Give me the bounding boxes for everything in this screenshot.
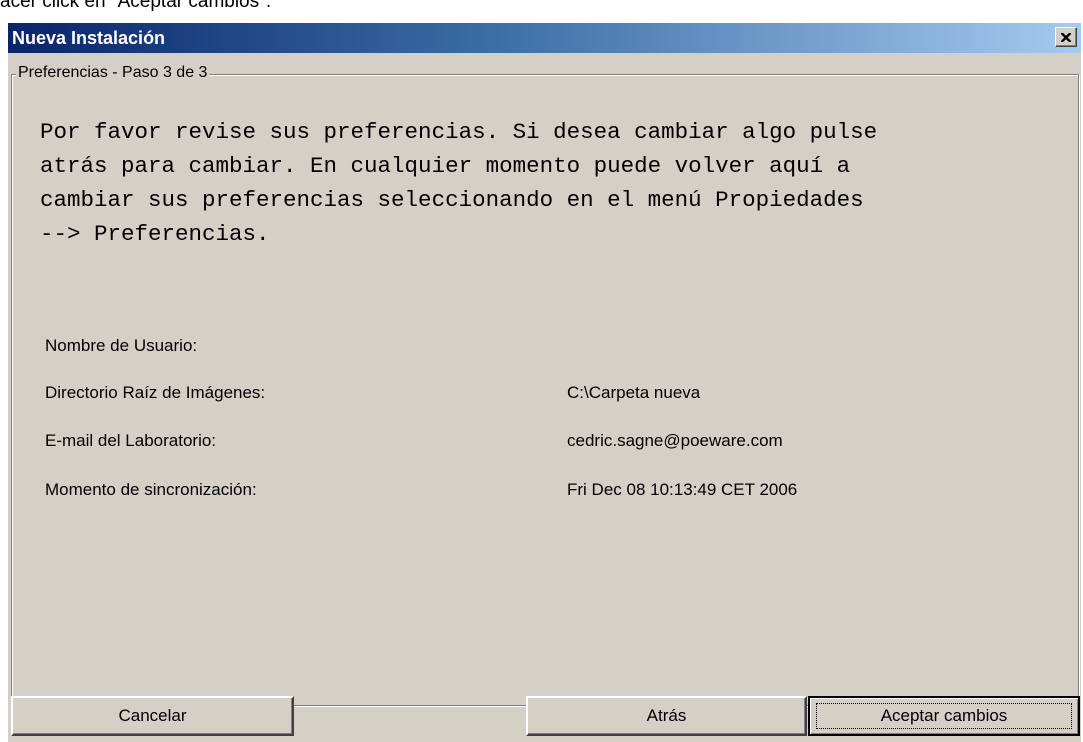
group-legend: Preferencias - Paso 3 de 3 xyxy=(16,64,210,82)
field-value-lab-email: cedric.sagne@poeware.com xyxy=(567,431,783,450)
field-value-sync-time: Fri Dec 08 10:13:49 CET 2006 xyxy=(567,480,798,499)
document-caption: acer click en "Aceptar cambios". xyxy=(0,0,272,12)
instructions-line: --> Preferencias. xyxy=(40,221,270,247)
close-button[interactable] xyxy=(1055,27,1077,47)
back-button-label: Atrás xyxy=(646,706,687,725)
title-bar[interactable]: Nueva Instalación xyxy=(8,23,1081,53)
instructions-text: Por favor revise sus preferencias. Si de… xyxy=(40,115,1060,251)
field-label-image-root: Directorio Raíz de Imágenes: xyxy=(45,383,266,402)
close-icon xyxy=(1061,32,1071,42)
field-label-username: Nombre de Usuario: xyxy=(45,336,198,355)
accept-changes-button-label: Aceptar cambios xyxy=(880,706,1008,725)
cancel-button-label: Cancelar xyxy=(118,706,187,725)
field-row-lab-email: E-mail del Laboratorio: cedric.sagne@poe… xyxy=(45,431,1045,455)
field-label-lab-email: E-mail del Laboratorio: xyxy=(45,431,217,450)
instructions-line: cambiar sus preferencias seleccionando e… xyxy=(40,187,864,213)
new-installation-dialog: Nueva Instalación Preferencias - Paso 3 … xyxy=(7,22,1081,742)
cancel-button[interactable]: Cancelar xyxy=(11,696,294,736)
field-row-sync-time: Momento de sincronización: Fri Dec 08 10… xyxy=(45,480,1045,504)
field-row-username: Nombre de Usuario: xyxy=(45,336,1045,360)
preferences-group: Preferencias - Paso 3 de 3 Por favor rev… xyxy=(11,64,1079,706)
field-row-image-root: Directorio Raíz de Imágenes: C:\Carpeta … xyxy=(45,383,1045,407)
field-value-image-root: C:\Carpeta nueva xyxy=(567,383,701,402)
field-label-sync-time: Momento de sincronización: xyxy=(45,480,257,499)
instructions-line: Por favor revise sus preferencias. Si de… xyxy=(40,119,878,145)
back-button[interactable]: Atrás xyxy=(526,696,807,736)
window-title: Nueva Instalación xyxy=(12,28,166,48)
accept-changes-button[interactable]: Aceptar cambios xyxy=(808,696,1080,736)
instructions-line: atrás para cambiar. En cualquier momento… xyxy=(40,153,851,179)
